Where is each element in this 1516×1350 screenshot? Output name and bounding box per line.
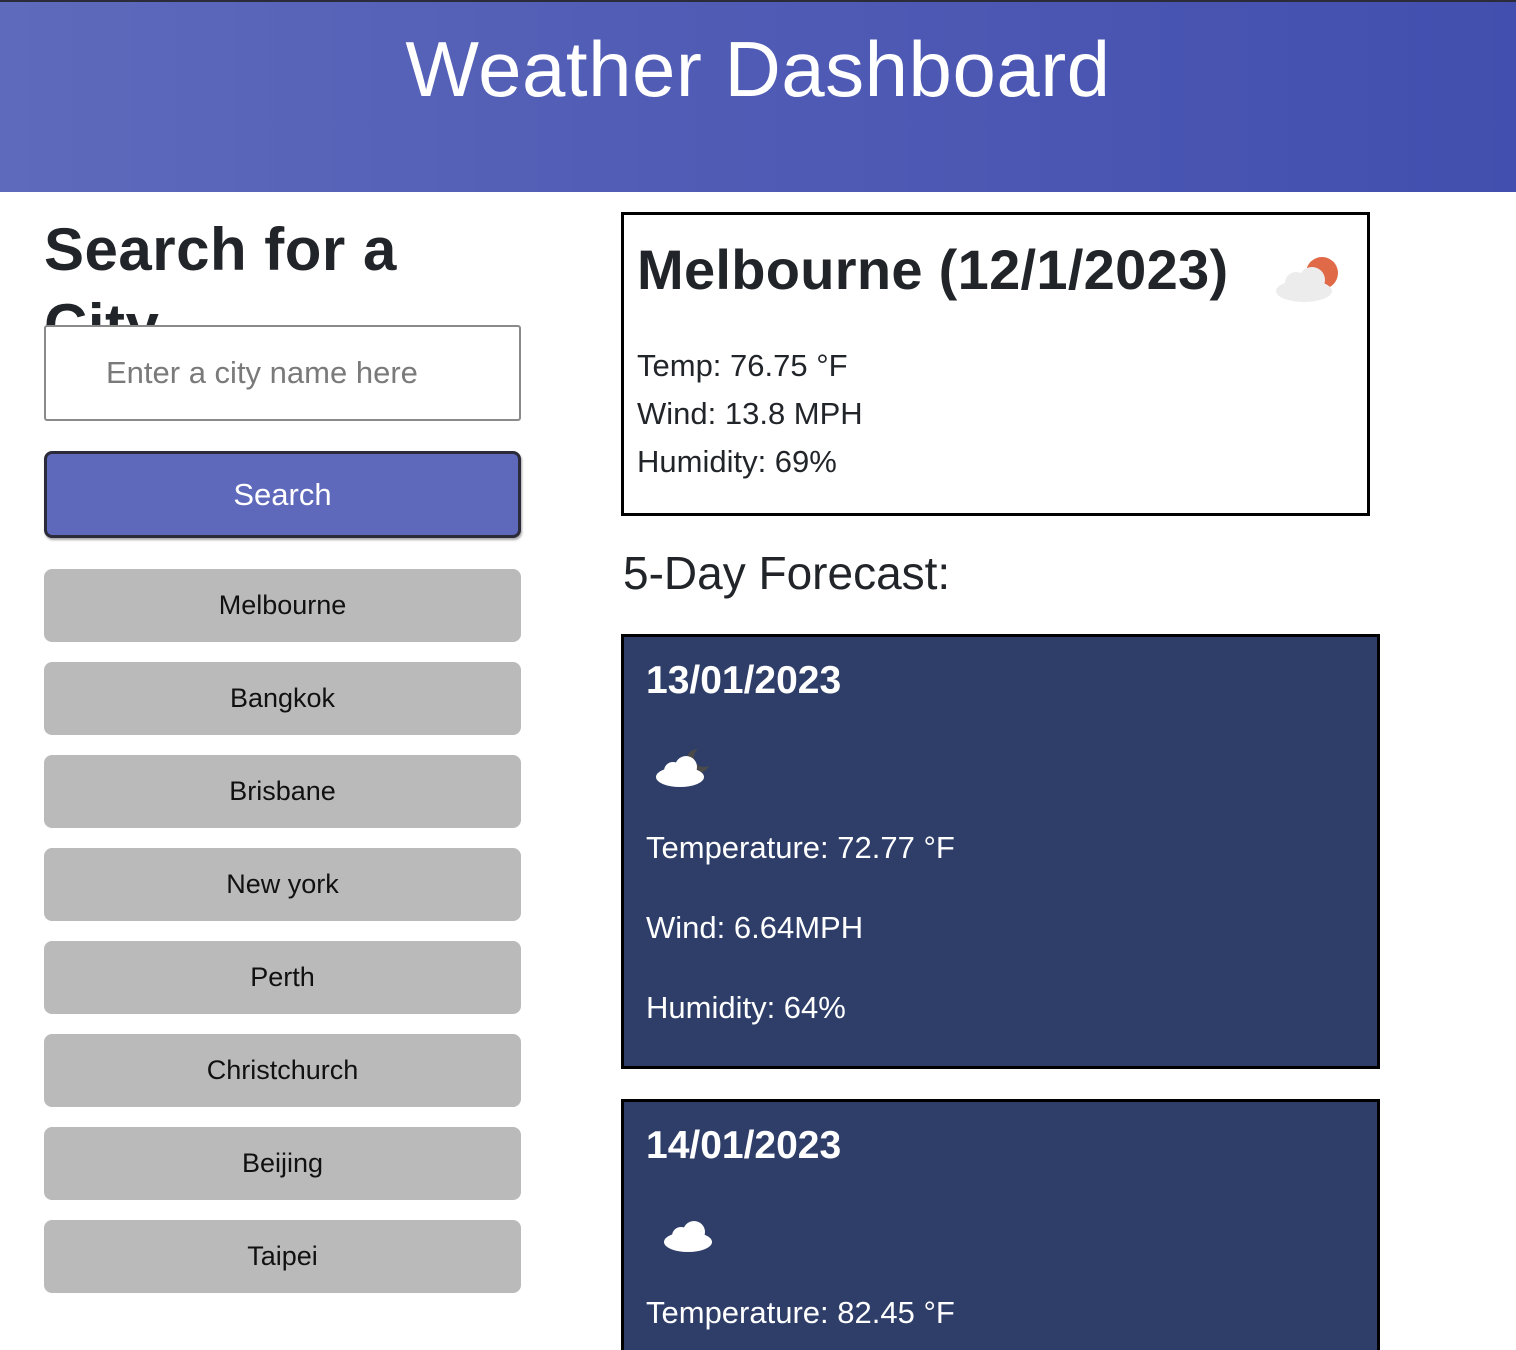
page-header: Weather Dashboard <box>0 0 1516 192</box>
current-city-title: Melbourne (12/1/2023) <box>637 238 1229 301</box>
history-city-button[interactable]: Perth <box>44 941 521 1014</box>
partly-cloudy-sun-icon <box>1276 257 1338 302</box>
forecast-date: 14/01/2023 <box>646 1124 842 1167</box>
forecast-heading: 5-Day Forecast: <box>623 547 951 599</box>
history-city-button[interactable]: Christchurch <box>44 1034 521 1107</box>
forecast-humidity: Humidity: 64% <box>646 990 846 1025</box>
current-temp: Temp: 76.75 °F <box>637 348 848 383</box>
page-title: Weather Dashboard <box>405 25 1111 113</box>
history-city-button[interactable]: New york <box>44 848 521 921</box>
forecast-temperature: Temperature: 72.77 °F <box>646 830 955 865</box>
forecast-date: 13/01/2023 <box>646 659 842 702</box>
city-search-input[interactable] <box>44 325 521 421</box>
cloud-icon <box>664 1221 712 1252</box>
forecast-card: 14/01/2023 Temperature: 82.45 °F <box>621 1099 1380 1350</box>
search-history-list: Melbourne Bangkok Brisbane New york Pert… <box>44 569 521 1313</box>
history-city-button[interactable]: Melbourne <box>44 569 521 642</box>
current-wind: Wind: 13.8 MPH <box>637 396 863 431</box>
history-city-button[interactable]: Brisbane <box>44 755 521 828</box>
sidebar: Search for a City Search Melbourne Bangk… <box>44 212 521 1293</box>
history-city-button[interactable]: Taipei <box>44 1220 521 1293</box>
search-button[interactable]: Search <box>44 451 521 538</box>
history-city-button[interactable]: Beijing <box>44 1127 521 1200</box>
current-weather-card: Melbourne (12/1/2023) Temp: 76.75 °F Win… <box>621 212 1370 516</box>
cloudy-night-icon <box>656 747 714 787</box>
forecast-card: 13/01/2023 Temperature: 72.77 °F Wind: 6… <box>621 634 1380 1069</box>
current-humidity: Humidity: 69% <box>637 444 837 479</box>
forecast-temperature: Temperature: 82.45 °F <box>646 1295 955 1330</box>
history-city-button[interactable]: Bangkok <box>44 662 521 735</box>
forecast-wind: Wind: 6.64MPH <box>646 910 864 945</box>
